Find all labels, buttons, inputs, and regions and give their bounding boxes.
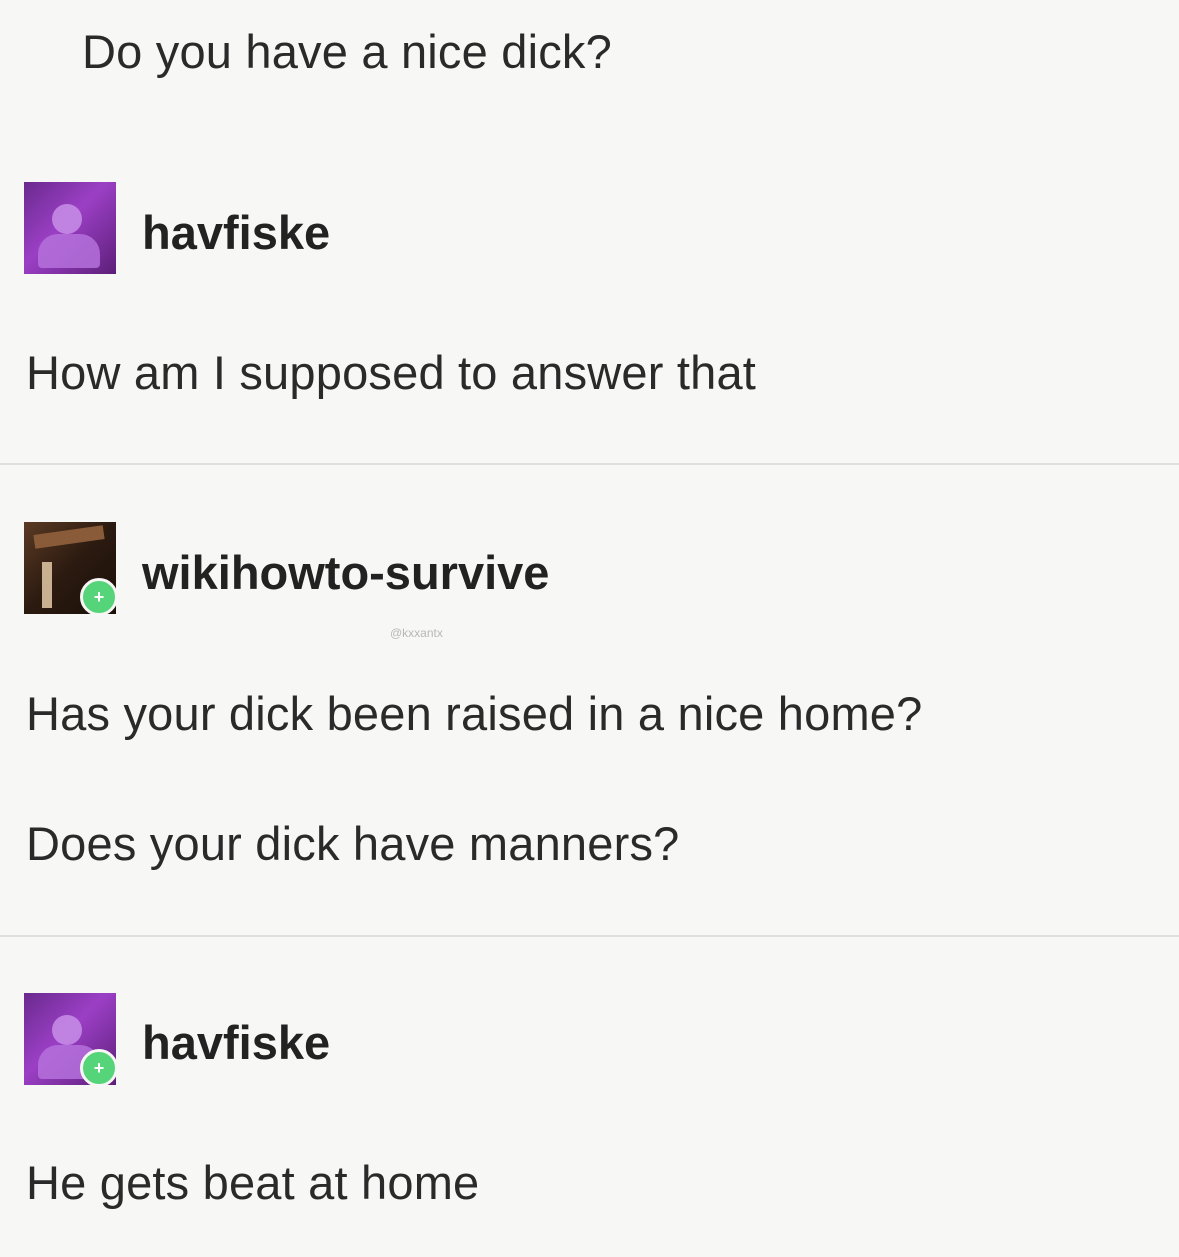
faint-handle-label: @kxxantx (390, 626, 443, 640)
username-havfiske-1[interactable]: havfiske (142, 205, 330, 260)
avatar-detail (33, 525, 105, 549)
purple-avatar-icon[interactable] (24, 182, 116, 274)
green-follow-badge-icon[interactable]: + (80, 1049, 118, 1087)
username-wikihowto-survive[interactable]: wikihowto-survive (142, 545, 549, 600)
avatar-figure-head (52, 1015, 82, 1045)
avatar-detail (42, 562, 52, 608)
reply-text-2a: Has your dick been raised in a nice home… (26, 687, 923, 740)
post-divider (0, 463, 1179, 465)
original-question-text: Do you have a nice dick? (82, 25, 612, 78)
green-follow-badge-icon[interactable]: + (80, 578, 118, 616)
username-havfiske-2[interactable]: havfiske (142, 1015, 330, 1070)
reply-text-3: He gets beat at home (26, 1156, 480, 1209)
post-divider (0, 935, 1179, 937)
reply-text-1: How am I supposed to answer that (26, 346, 757, 399)
avatar-figure-head (52, 204, 82, 234)
avatar-figure-body (38, 234, 100, 268)
reply-text-2b: Does your dick have manners? (26, 817, 680, 870)
